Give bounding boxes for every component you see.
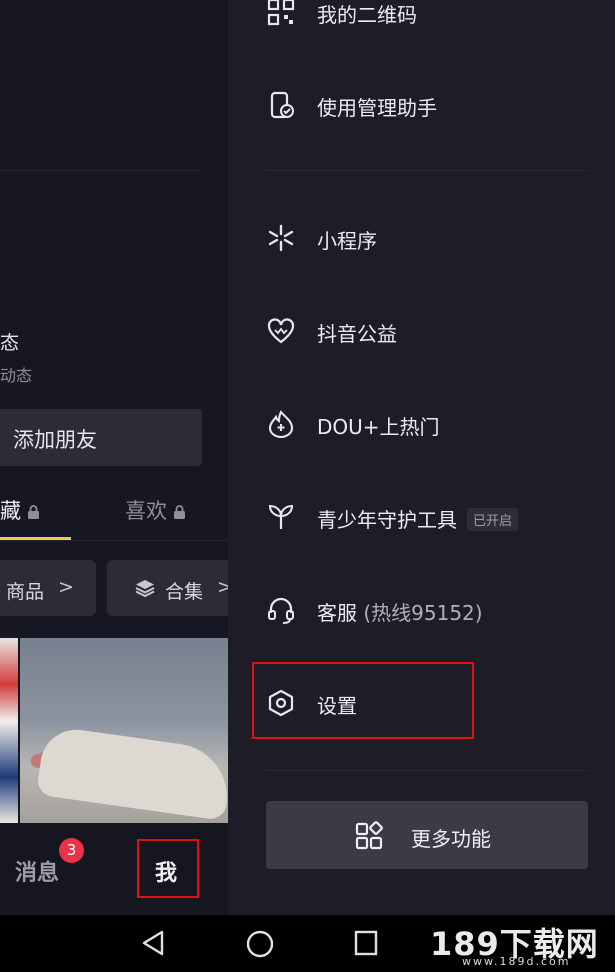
sneaker-image — [36, 725, 228, 821]
menu-item-label: 抖音公益 — [317, 322, 397, 346]
menu-divider — [266, 770, 588, 771]
status-badge: 已开启 — [467, 508, 519, 531]
collections-chip[interactable]: 合集 > — [107, 560, 228, 616]
menu-item-label: 青少年守护工具 已开启 — [317, 504, 519, 533]
menu-item-label: 使用管理助手 — [317, 96, 437, 120]
tab-likes-label: 喜欢 — [125, 499, 167, 523]
video-thumbnail[interactable] — [0, 638, 18, 823]
collections-chip-label: 合集 — [165, 581, 204, 603]
more-features-button[interactable]: 更多功能 — [266, 801, 588, 869]
products-chip[interactable]: 商品 > — [0, 560, 96, 616]
home-icon[interactable] — [245, 929, 275, 959]
hotline-text: (热线95152) — [363, 601, 483, 625]
tab-messages[interactable]: 消息 — [15, 855, 59, 887]
profile-panel: 态 动态 添加朋友 藏 喜欢 商品 > 合集 > 消息 3 我 — [0, 0, 228, 915]
me-highlight-box — [137, 839, 199, 898]
chevron-right-icon: > — [217, 576, 228, 598]
chevron-right-icon: > — [58, 576, 74, 598]
charity-heart-icon — [267, 318, 295, 344]
lock-icon — [28, 505, 39, 519]
back-icon[interactable] — [140, 929, 166, 957]
recents-icon[interactable] — [353, 929, 379, 957]
menu-item-youth-protection[interactable]: 青少年守护工具 已开启 — [228, 487, 615, 547]
products-chip-label: 商品 — [6, 581, 45, 603]
lock-icon — [174, 505, 185, 519]
usage-manager-icon — [270, 91, 294, 119]
menu-item-qr-code[interactable]: 我的二维码 — [228, 0, 615, 42]
apps-grid-icon — [355, 821, 383, 850]
dynamic-subtitle: 动态 — [0, 366, 33, 385]
messages-badge: 3 — [59, 838, 84, 863]
sprout-icon — [268, 504, 294, 529]
menu-item-label: 小程序 — [317, 229, 377, 253]
menu-item-label: 我的二维码 — [317, 3, 417, 27]
tab-likes[interactable]: 喜欢 — [125, 495, 186, 525]
menu-item-usage-manager[interactable]: 使用管理助手 — [228, 75, 615, 135]
dynamic-title: 态 — [0, 332, 20, 354]
side-drawer-menu: 我的二维码 使用管理助手 小程序 抖音公益 DOU+上热门 青少年守护工具 已开启… — [228, 0, 615, 915]
menu-item-mini-program[interactable]: 小程序 — [228, 208, 615, 268]
mini-program-icon — [268, 224, 294, 252]
settings-highlight-box — [252, 662, 474, 739]
qr-code-icon — [267, 0, 295, 26]
layers-icon — [135, 580, 155, 598]
watermark-url: www.189d.com — [462, 955, 571, 968]
dou-plus-icon — [268, 410, 294, 438]
tab-divider — [0, 540, 228, 541]
menu-item-dou-plus[interactable]: DOU+上热门 — [228, 394, 615, 454]
menu-item-charity[interactable]: 抖音公益 — [228, 301, 615, 361]
add-friend-button[interactable]: 添加朋友 — [0, 409, 202, 466]
system-nav-bar: 189下载网 www.189d.com — [0, 915, 615, 972]
video-thumbnail[interactable] — [20, 638, 228, 823]
menu-item-customer-service[interactable]: 客服 (热线95152) — [228, 580, 615, 640]
tab-favorites-label: 藏 — [0, 499, 21, 523]
tab-favorites[interactable]: 藏 — [0, 495, 40, 525]
menu-item-label: DOU+上热门 — [317, 415, 440, 439]
profile-divider — [0, 170, 202, 171]
headset-icon — [268, 597, 294, 624]
add-friend-label: 添加朋友 — [13, 428, 97, 452]
menu-item-label: 客服 (热线95152) — [317, 601, 483, 625]
menu-divider — [266, 170, 588, 171]
more-features-label: 更多功能 — [411, 827, 491, 851]
